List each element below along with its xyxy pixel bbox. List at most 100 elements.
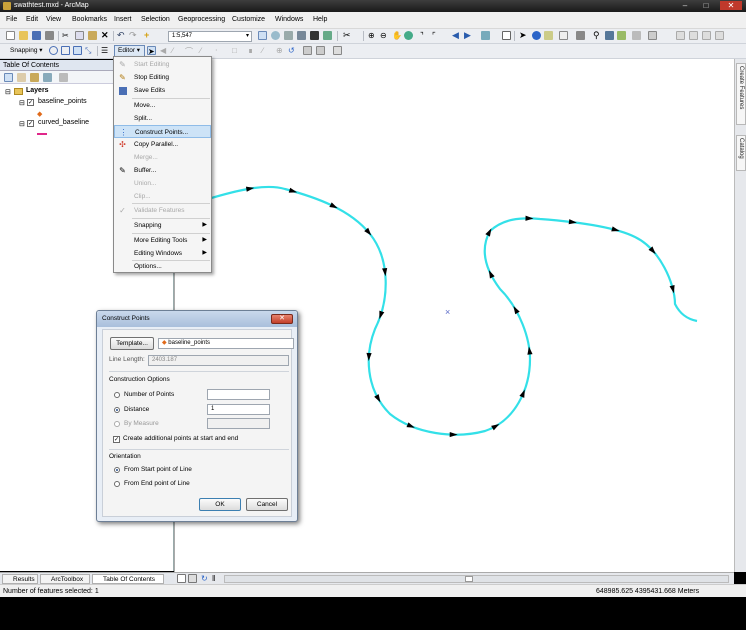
edit-tool-icon[interactable]: ➤	[147, 46, 156, 56]
copy-icon[interactable]	[75, 31, 84, 40]
menu-customize[interactable]: Customize	[232, 16, 265, 23]
layout-icon-1[interactable]	[676, 31, 685, 40]
menu-item-snapping[interactable]: Snapping ▶	[114, 219, 211, 232]
menu-item-validate-features[interactable]: ✓ Validate Features	[114, 204, 211, 217]
menu-item-editing-windows[interactable]: Editing Windows ▶	[114, 247, 211, 260]
menu-item-split[interactable]: Split...	[114, 112, 211, 125]
select-elements-icon[interactable]: ➤	[519, 31, 528, 40]
cancel-button[interactable]: Cancel	[246, 498, 288, 511]
zoom-out-icon[interactable]: ⊖	[380, 31, 389, 40]
menu-item-options[interactable]: Options...	[114, 260, 211, 273]
editor-toolbar-icon[interactable]	[258, 31, 267, 40]
list-by-source-icon[interactable]	[17, 73, 26, 82]
layer-name-baseline-points[interactable]: baseline_points	[38, 98, 87, 105]
scissors-icon[interactable]: ✂	[343, 31, 352, 40]
data-view-icon[interactable]	[177, 574, 186, 583]
radio-from-end[interactable]	[114, 481, 120, 487]
search-window-icon[interactable]	[284, 31, 293, 40]
add-data-icon[interactable]: +	[144, 31, 153, 40]
attributes-icon[interactable]	[303, 46, 312, 55]
measure-icon[interactable]	[576, 31, 585, 40]
layer-name-curved-baseline[interactable]: curved_baseline	[38, 119, 89, 126]
zoom-in-icon[interactable]: ⊕	[368, 31, 377, 40]
straight-segment-icon[interactable]: ∕	[172, 46, 181, 55]
cut-polygons-icon[interactable]: ∕	[262, 46, 271, 55]
layer-checkbox-curved-baseline[interactable]: ✓	[27, 120, 34, 127]
identify-icon[interactable]	[532, 31, 541, 40]
menu-edit[interactable]: Edit	[26, 16, 38, 23]
menu-file[interactable]: File	[6, 16, 17, 23]
point-icon[interactable]: ⋅	[215, 46, 224, 55]
open-icon[interactable]	[19, 31, 28, 40]
edit-annotation-icon[interactable]: ◀	[160, 46, 169, 55]
pause-drawing-icon[interactable]: ‖	[212, 574, 221, 583]
pan-icon[interactable]: ✋	[392, 31, 402, 40]
find-route-icon[interactable]	[605, 31, 614, 40]
create-viewer-icon[interactable]	[648, 31, 657, 40]
close-icon[interactable]: ✕	[720, 1, 742, 10]
menu-item-stop-editing[interactable]: ✎ Stop Editing	[114, 71, 211, 84]
snapping-options-icon[interactable]: ☰	[101, 46, 110, 55]
back-extent-icon[interactable]: ◀	[452, 31, 461, 40]
menu-item-start-editing[interactable]: ✎ Start Editing	[114, 58, 211, 71]
list-by-drawing-order-icon[interactable]	[4, 73, 13, 82]
fixed-zoom-in-icon[interactable]: ⌝	[420, 31, 429, 40]
menu-view[interactable]: View	[46, 16, 61, 23]
redo-icon[interactable]: ↷	[129, 31, 138, 40]
html-popup-icon[interactable]	[559, 31, 568, 40]
number-of-points-field[interactable]	[207, 389, 270, 400]
vertex-snap-icon[interactable]	[73, 46, 82, 55]
select-features-icon[interactable]	[481, 31, 490, 40]
maximize-icon[interactable]: □	[697, 1, 715, 10]
layer-expander-baseline-points[interactable]: ⊟	[19, 99, 25, 107]
layer-checkbox-baseline-points[interactable]: ✓	[27, 99, 34, 106]
split-icon[interactable]: ⊕	[276, 46, 285, 55]
paste-icon[interactable]	[88, 31, 97, 40]
point-snap-icon[interactable]	[49, 46, 58, 55]
catalog-window-icon[interactable]	[271, 31, 280, 40]
full-extent-icon[interactable]	[404, 31, 413, 40]
radio-by-measure[interactable]	[114, 421, 120, 427]
sketch-properties-icon[interactable]	[316, 46, 325, 55]
distance-field[interactable]: 1	[207, 404, 270, 415]
layout-view-icon[interactable]	[188, 574, 197, 583]
reshape-icon[interactable]: ∎	[248, 46, 257, 55]
scale-combo[interactable]: 1:5,547 ▾	[168, 31, 252, 42]
menu-item-union[interactable]: Union...	[114, 177, 211, 190]
go-to-xy-icon[interactable]	[617, 31, 626, 40]
snapping-menu[interactable]: Snapping ▾	[10, 46, 43, 54]
arctoolbox-icon[interactable]	[297, 31, 306, 40]
menu-item-copy-parallel[interactable]: ✣ Copy Parallel...	[114, 138, 211, 151]
menu-help[interactable]: Help	[313, 16, 327, 23]
python-window-icon[interactable]	[310, 31, 319, 40]
find-icon[interactable]: ⚲	[593, 31, 602, 40]
menu-item-more-editing-tools[interactable]: More Editing Tools ▶	[114, 234, 211, 247]
list-by-selection-icon[interactable]	[43, 73, 52, 82]
layers-root-label[interactable]: Layers	[26, 87, 49, 94]
radio-distance[interactable]	[114, 407, 120, 413]
hyperlink-icon[interactable]	[544, 31, 553, 40]
radio-from-start[interactable]	[114, 467, 120, 473]
layout-icon-2[interactable]	[689, 31, 698, 40]
menu-geoprocessing[interactable]: Geoprocessing	[178, 16, 225, 23]
create-additional-checkbox[interactable]: ✓	[113, 436, 120, 443]
end-snap-icon[interactable]	[61, 46, 70, 55]
ok-button[interactable]: OK	[199, 498, 241, 511]
scrollbar-thumb[interactable]	[465, 576, 473, 582]
menu-selection[interactable]: Selection	[141, 16, 170, 23]
tab-results[interactable]: Results	[2, 574, 38, 584]
dialog-close-icon[interactable]: ✕	[271, 314, 293, 324]
menu-item-save-edits[interactable]: Save Edits	[114, 84, 211, 97]
radio-number-of-points[interactable]	[114, 392, 120, 398]
menu-item-merge[interactable]: Merge...	[114, 151, 211, 164]
minimize-icon[interactable]: –	[676, 1, 694, 10]
save-icon[interactable]	[32, 31, 41, 40]
list-by-visibility-icon[interactable]	[30, 73, 39, 82]
cut-icon[interactable]: ✂	[62, 31, 71, 40]
delete-icon[interactable]: ✕	[101, 31, 110, 40]
menu-item-move[interactable]: Move...	[114, 99, 211, 112]
tab-table-of-contents[interactable]: Table Of Contents	[92, 574, 164, 584]
toc-options-icon[interactable]	[59, 73, 68, 82]
undo-icon[interactable]: ↶	[117, 31, 126, 40]
catalog-tab[interactable]: Catalog	[736, 135, 746, 171]
